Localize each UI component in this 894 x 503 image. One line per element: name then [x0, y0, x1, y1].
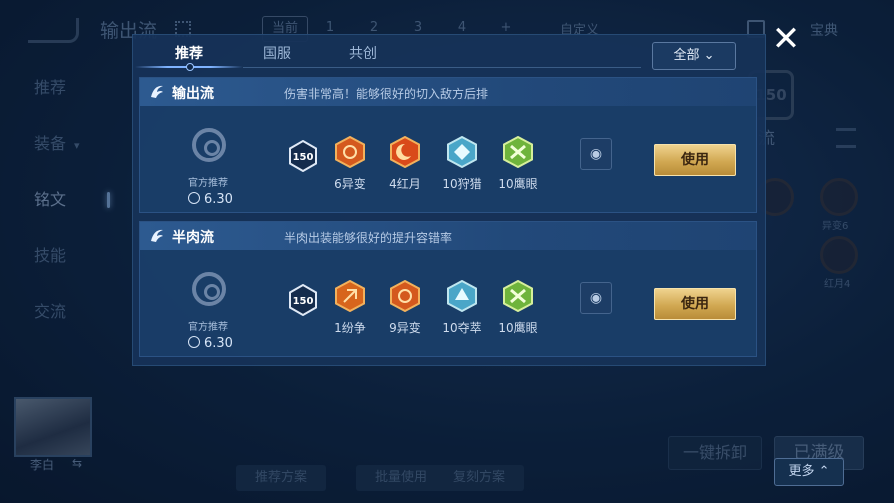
rune-label: 6异变	[334, 177, 366, 191]
rune-label: 10鹰眼	[498, 321, 538, 335]
build-card: 输出流 伤害非常高！能够很好的切入敌方后排 官方推荐 6.30 150 6异变 …	[139, 77, 757, 213]
version-value: 6.30	[204, 336, 233, 351]
build-description: 半肉出装能够很好的提升容错率	[284, 231, 453, 245]
tab-cocreate[interactable]: 共创	[349, 43, 377, 63]
recommend-build-modal: 推荐 国服 共创 全部 ⌄ 输出流 伤害非常高！能够很好的切入敌方后排 官方推荐…	[132, 34, 766, 366]
rune-label: 9异变	[389, 321, 421, 335]
preview-eye-button[interactable]: ◉	[580, 138, 612, 170]
hero-logo-icon	[151, 85, 163, 98]
chevron-up-icon: ⌃	[818, 464, 830, 479]
build-card: 半肉流 半肉出装能够很好的提升容错率 官方推荐 6.30 150 1纷争 9异变…	[139, 221, 757, 357]
modal-tabbar: 推荐 国服 共创 全部 ⌄	[133, 35, 765, 71]
clock-icon	[188, 192, 200, 204]
official-badge-icon	[192, 128, 226, 162]
close-icon[interactable]: ✕	[768, 22, 804, 58]
rune-level-value: 150	[293, 296, 314, 307]
rune-level-badge: 150	[289, 140, 317, 172]
build-card-header: 输出流 伤害非常高！能够很好的切入敌方后排	[140, 78, 756, 106]
clock-icon	[188, 336, 200, 348]
eye-icon: ◉	[589, 146, 603, 162]
rune-icon[interactable]	[390, 135, 420, 169]
hero-logo-icon	[151, 229, 163, 242]
chevron-down-icon: ⌄	[703, 48, 715, 63]
rune-label: 10狩猎	[442, 177, 482, 191]
use-button[interactable]: 使用	[654, 288, 736, 320]
rune-icon[interactable]	[335, 135, 365, 169]
official-badge-icon	[192, 272, 226, 306]
build-title: 输出流	[172, 86, 214, 102]
build-card-header: 半肉流 半肉出装能够很好的提升容错率	[140, 222, 756, 250]
rune-level-badge: 150	[289, 284, 317, 316]
build-title: 半肉流	[172, 230, 214, 246]
preview-eye-button[interactable]: ◉	[580, 282, 612, 314]
official-label: 官方推荐	[188, 322, 228, 333]
version-label: 6.30	[188, 336, 233, 351]
tab-divider	[243, 67, 641, 68]
use-button[interactable]: 使用	[654, 144, 736, 176]
rune-level-value: 150	[293, 152, 314, 163]
rune-icon[interactable]	[447, 279, 477, 313]
eye-icon: ◉	[589, 290, 603, 306]
more-label: 更多	[788, 464, 815, 479]
rune-label: 10夺萃	[442, 321, 482, 335]
version-label: 6.30	[188, 192, 233, 207]
version-value: 6.30	[204, 192, 233, 207]
rune-icon[interactable]	[390, 279, 420, 313]
rune-label: 4红月	[389, 177, 421, 191]
rune-icon[interactable]	[503, 135, 533, 169]
active-tab-dot	[186, 63, 194, 71]
rune-label: 1纷争	[334, 321, 366, 335]
more-button[interactable]: 更多 ⌃	[774, 458, 844, 486]
tab-recommend[interactable]: 推荐	[175, 43, 203, 63]
filter-dropdown[interactable]: 全部 ⌄	[652, 42, 736, 70]
filter-label: 全部	[673, 48, 700, 63]
rune-icon[interactable]	[335, 279, 365, 313]
rune-label: 10鹰眼	[498, 177, 538, 191]
rune-icon[interactable]	[447, 135, 477, 169]
official-label: 官方推荐	[188, 178, 228, 189]
rune-icon[interactable]	[503, 279, 533, 313]
hexagon-icon: 150	[289, 140, 317, 172]
tab-national[interactable]: 国服	[263, 43, 291, 63]
build-description: 伤害非常高！能够很好的切入敌方后排	[284, 87, 489, 101]
hexagon-icon: 150	[289, 284, 317, 316]
